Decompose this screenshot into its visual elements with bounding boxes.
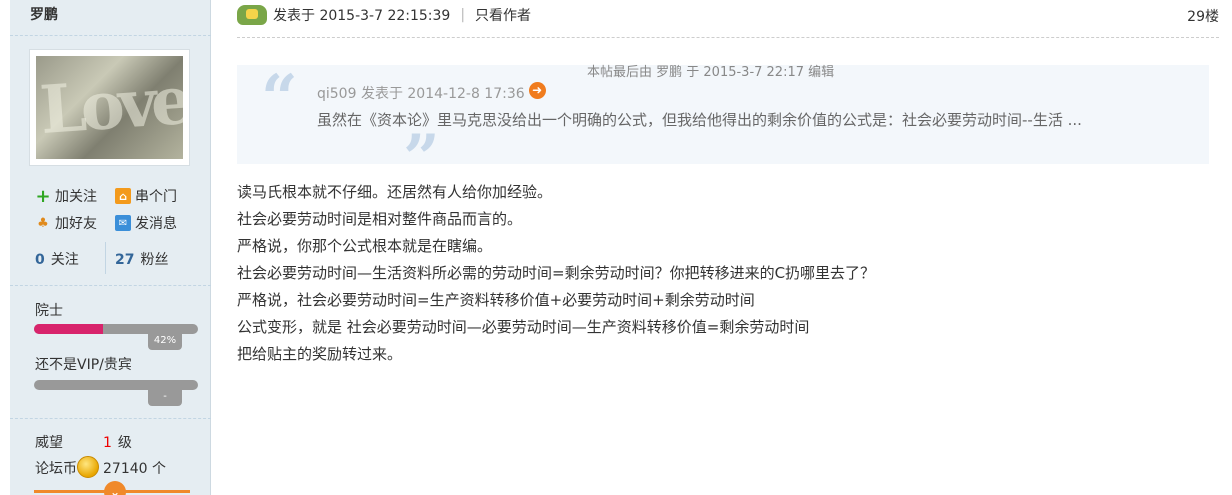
plus-icon: + xyxy=(35,185,51,207)
rank-title[interactable]: 院士 xyxy=(35,300,63,320)
visit-label: 串个门 xyxy=(135,189,177,205)
divider xyxy=(10,285,211,286)
quote-author-time: qi509 发表于 2014-12-8 17:36 xyxy=(317,86,525,102)
author-name[interactable]: 罗鹏 xyxy=(30,4,58,24)
post-time: 发表于 2015-3-7 22:15:39 xyxy=(273,8,451,24)
message-label: 发消息 xyxy=(135,216,177,232)
coin-icon xyxy=(77,456,99,478)
quote-meta: qi509 发表于 2014-12-8 17:36 ➜ xyxy=(317,81,546,103)
body-line: 严格说，你那个公式根本就是在瞎编。 xyxy=(237,237,493,255)
follow-button[interactable]: + 加关注 xyxy=(35,185,97,207)
chevron-down-icon[interactable]: ⌄ xyxy=(104,481,126,495)
online-status-icon xyxy=(237,5,267,25)
body-line: 社会必要劳动时间—生活资料所必需的劳动时间=剩余劳动时间？你把转移进来的C扔哪里… xyxy=(237,264,876,282)
prestige-unit: 级 xyxy=(117,435,132,451)
rank-progress-label: 42% xyxy=(148,334,182,350)
follow-label: 加关注 xyxy=(55,189,97,205)
avatar-image: Love xyxy=(36,56,183,159)
following-count: 0 xyxy=(35,252,45,268)
coins-value: 27140 xyxy=(103,461,148,477)
body-line: 公式变形，就是 社会必要劳动时间—必要劳动时间—生产资料转移价值=剩余劳动时间 xyxy=(237,318,810,336)
add-friend-button[interactable]: ♣ 加好友 xyxy=(35,213,97,233)
header-separator: | xyxy=(460,7,466,23)
post-body: 读马氏根本就不仔细。还居然有人给你加经验。 社会必要劳动时间是相对整件商品而言的… xyxy=(237,179,875,368)
body-line: 严格说，社会必要劳动时间=生产资料转移价值+必要劳动时间+剩余劳动时间 xyxy=(237,291,755,309)
divider xyxy=(10,418,211,419)
body-line: 读马氏根本就不仔细。还居然有人给你加经验。 xyxy=(237,183,553,201)
floor-number[interactable]: 29楼 xyxy=(1187,6,1219,26)
handshake-icon: ♣ xyxy=(37,215,49,231)
body-line: 把给贴主的奖励转过来。 xyxy=(237,345,403,363)
quote-text: 虽然在《资本论》里马克思没给出一个明确的公式，但我给他得出的剩余价值的公式是：社… xyxy=(317,111,1082,129)
author-sidebar: 罗鹏 Love + 加关注 ⌂ 串个门 ♣ 加好友 ✉ 发消息 0 关注 27 粉丝… xyxy=(10,0,211,495)
followers-label: 粉丝 xyxy=(140,252,169,268)
home-icon: ⌂ xyxy=(115,188,131,204)
go-to-quote-icon[interactable]: ➜ xyxy=(528,81,546,99)
message-button[interactable]: ✉ 发消息 xyxy=(115,213,177,233)
vip-progress-bar xyxy=(34,380,198,390)
open-quote-icon: “ xyxy=(261,61,298,136)
post-header: 发表于 2015-3-7 22:15:39 | 只看作者 29楼 xyxy=(237,0,1219,30)
body-line: 社会必要劳动时间是相对整件商品而言的。 xyxy=(237,210,523,228)
rank-progress-bar xyxy=(34,324,198,334)
add-friend-label: 加好友 xyxy=(55,216,97,232)
mail-icon: ✉ xyxy=(115,215,131,231)
coins-row: 论坛币 27140 个 xyxy=(35,456,166,478)
prestige-row: 威望 1 级 xyxy=(35,432,132,452)
vip-progress-label: - xyxy=(148,390,182,406)
prestige-value: 1 xyxy=(103,435,112,451)
vip-title[interactable]: 还不是VIP/贵宾 xyxy=(35,354,132,374)
header-divider xyxy=(237,37,1219,38)
avatar-text: Love xyxy=(37,60,183,150)
following-stat[interactable]: 0 关注 xyxy=(35,249,79,269)
stat-divider xyxy=(105,242,106,274)
followers-stat[interactable]: 27 粉丝 xyxy=(115,249,168,269)
only-author-link[interactable]: 只看作者 xyxy=(475,5,531,25)
post-content-area: 发表于 2015-3-7 22:15:39 | 只看作者 29楼 “ ” qi5… xyxy=(211,0,1232,495)
rank-progress-fill xyxy=(34,324,103,334)
visit-button[interactable]: ⌂ 串个门 xyxy=(115,186,177,206)
avatar[interactable]: Love xyxy=(29,49,190,166)
followers-count: 27 xyxy=(115,252,135,268)
edit-note: 本帖最后由 罗鹏 于 2015-3-7 22:17 编辑 xyxy=(587,65,835,80)
divider xyxy=(10,35,211,36)
coins-label: 论坛币 xyxy=(35,461,77,477)
coins-unit: 个 xyxy=(152,461,166,477)
following-label: 关注 xyxy=(50,252,79,268)
prestige-label: 威望 xyxy=(35,435,63,451)
